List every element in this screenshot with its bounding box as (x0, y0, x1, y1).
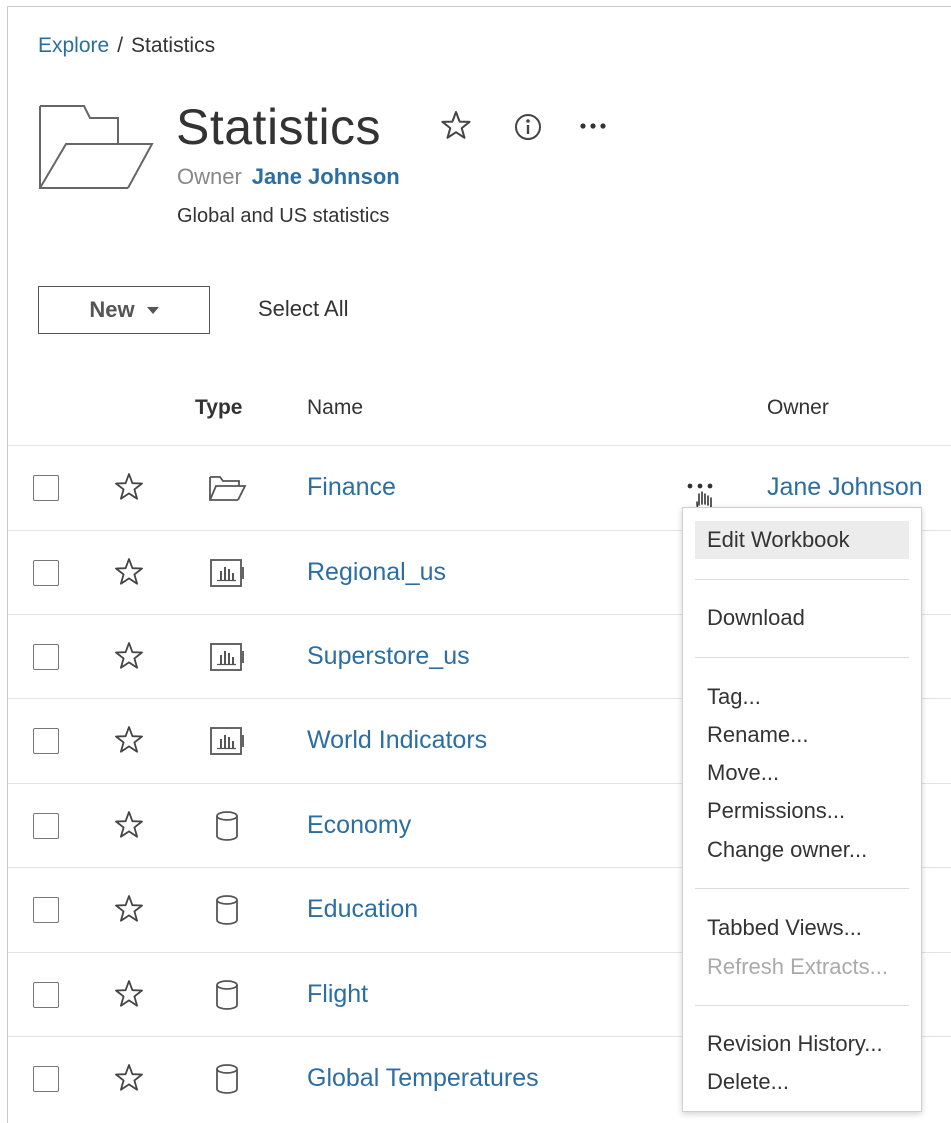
more-actions-icon[interactable] (575, 108, 611, 144)
row-name-link[interactable]: Flight (307, 980, 368, 1009)
owner-label: Owner (177, 164, 242, 189)
favorite-star-icon[interactable] (112, 471, 146, 505)
datasource-icon (216, 811, 238, 841)
owner-name-link[interactable]: Jane Johnson (252, 164, 400, 189)
workbook-icon (210, 559, 244, 587)
row-name-link[interactable]: Regional_us (307, 558, 446, 587)
workbook-icon (210, 643, 244, 671)
project-folder-icon (39, 105, 154, 189)
favorite-star-icon[interactable] (112, 1062, 146, 1096)
row-name-link[interactable]: Superstore_us (307, 642, 470, 671)
owner-row: Owner Jane Johnson (177, 164, 400, 190)
row-checkbox[interactable] (33, 728, 59, 754)
row-checkbox[interactable] (33, 475, 59, 501)
menu-item-edit-workbook[interactable]: Edit Workbook (707, 527, 850, 553)
row-name-link[interactable]: Global Temperatures (307, 1064, 539, 1093)
row-checkbox[interactable] (33, 644, 59, 670)
favorite-star-icon[interactable] (438, 108, 474, 144)
select-all-link[interactable]: Select All (258, 296, 349, 322)
column-header-type[interactable]: Type (195, 396, 242, 420)
new-button-label: New (89, 297, 135, 322)
row-name-link[interactable]: Economy (307, 811, 411, 840)
favorite-star-icon[interactable] (112, 978, 146, 1012)
column-header-owner[interactable]: Owner (767, 396, 829, 420)
menu-item-download[interactable]: Download (707, 605, 805, 631)
datasource-icon (216, 895, 238, 925)
favorite-star-icon[interactable] (112, 640, 146, 674)
breadcrumb-separator: / (117, 34, 124, 57)
menu-item-permissions[interactable]: Permissions... (707, 798, 845, 824)
menu-item-refresh-extracts: Refresh Extracts... (707, 954, 888, 979)
datasource-icon (216, 980, 238, 1010)
row-checkbox[interactable] (33, 1066, 59, 1092)
breadcrumb-explore-link[interactable]: Explore (38, 34, 109, 57)
favorite-star-icon[interactable] (112, 809, 146, 843)
row-name-link[interactable]: World Indicators (307, 726, 487, 755)
page-title: Statistics (176, 99, 382, 155)
new-button[interactable]: New (38, 286, 210, 334)
menu-item-move[interactable]: Move... (707, 760, 779, 786)
row-checkbox[interactable] (33, 982, 59, 1008)
column-header-name[interactable]: Name (307, 396, 363, 420)
folder-icon (209, 476, 247, 501)
menu-item-rename[interactable]: Rename... (707, 722, 809, 748)
row-owner-link[interactable]: Jane Johnson (767, 473, 923, 502)
menu-separator (695, 888, 909, 889)
menu-item-tag[interactable]: Tag... (707, 684, 761, 710)
menu-item-delete[interactable]: Delete... (707, 1069, 789, 1095)
row-checkbox[interactable] (33, 897, 59, 923)
workbook-icon (210, 727, 244, 755)
menu-separator (695, 1005, 909, 1006)
breadcrumb-current: Statistics (131, 34, 216, 57)
row-name-link[interactable]: Education (307, 895, 418, 924)
breadcrumb: Explore / Statistics (38, 34, 215, 58)
context-menu: Edit Workbook Download Tag... Rename... … (682, 507, 922, 1112)
menu-item-revision-history[interactable]: Revision History... (707, 1031, 883, 1057)
favorite-star-icon[interactable] (112, 556, 146, 590)
menu-item-tabbed-views[interactable]: Tabbed Views... (707, 915, 862, 941)
row-checkbox[interactable] (33, 813, 59, 839)
datasource-icon (216, 1064, 238, 1094)
favorite-star-icon[interactable] (112, 893, 146, 927)
info-icon[interactable] (510, 108, 546, 144)
menu-separator (695, 657, 909, 658)
row-name-link[interactable]: Finance (307, 473, 396, 502)
project-description: Global and US statistics (177, 205, 390, 227)
caret-down-icon (146, 306, 159, 314)
row-checkbox[interactable] (33, 560, 59, 586)
menu-separator (695, 579, 909, 580)
favorite-star-icon[interactable] (112, 724, 146, 758)
menu-item-change-owner[interactable]: Change owner... (707, 837, 867, 863)
